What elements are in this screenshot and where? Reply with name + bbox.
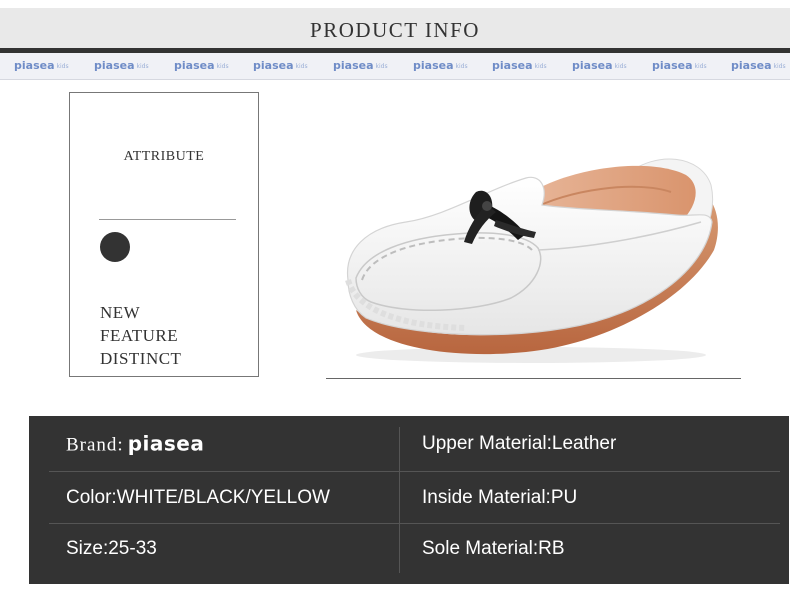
- color-dot-icon: [100, 232, 130, 262]
- brand-logo: piasea: [127, 431, 205, 456]
- spec-row: Brand: piasea Upper Material:Leather: [29, 416, 779, 472]
- brand-strip-logo: piasea kids: [14, 59, 69, 72]
- brand-strip-logo: piasea kids: [174, 59, 229, 72]
- specification-table: Brand: piasea Upper Material:Leather Colo…: [29, 416, 789, 584]
- attribute-title: ATTRIBUTE: [123, 149, 205, 164]
- page-title: PRODUCT INFO: [310, 17, 480, 42]
- brand-strip-logo: piasea kids: [253, 59, 308, 72]
- spec-sole-material: Sole Material:RB: [422, 538, 565, 559]
- brand-strip-logo: piasea kids: [413, 59, 468, 72]
- feature-text: NEW: [100, 303, 141, 322]
- brand-strip-border: [0, 79, 790, 80]
- feature-text: DISTINCT: [100, 349, 182, 368]
- spec-size: Size:25-33: [66, 538, 157, 559]
- brand-strip-logo: piasea kids: [572, 59, 627, 72]
- brand-strip-logo: piasea kids: [731, 59, 786, 72]
- brand-label: Brand:: [66, 434, 124, 456]
- spec-upper-material: Upper Material:Leather: [422, 433, 617, 454]
- brand-strip-logo: piasea kids: [492, 59, 547, 72]
- spec-row: Color:WHITE/BLACK/YELLOW Inside Material…: [29, 472, 779, 524]
- brand-strip-logo: piasea kids: [94, 59, 149, 72]
- spec-brand: Brand: piasea: [66, 432, 204, 457]
- brand-logo-strip: piasea kids piasea kids piasea kids piasea k…: [0, 53, 790, 79]
- brand-strip-logo: piasea kids: [652, 59, 707, 72]
- attribute-panel: ATTRIBUTE NEW FEATURE DISTINCT: [69, 92, 259, 377]
- product-info-header: PRODUCT INFO: [0, 8, 790, 48]
- spec-color: Color:WHITE/BLACK/YELLOW: [66, 487, 330, 508]
- product-image: [326, 130, 746, 370]
- attribute-features: NEW FEATURE DISTINCT: [100, 301, 181, 370]
- feature-text: FEATURE: [100, 326, 179, 345]
- brand-strip-logo: piasea kids: [333, 59, 388, 72]
- spec-inside-material: Inside Material:PU: [422, 487, 578, 508]
- attribute-divider: [99, 219, 236, 220]
- spec-row: Size:25-33 Sole Material:RB: [29, 524, 779, 574]
- product-baseline: [326, 378, 741, 379]
- white-loafer-shoe-icon: [345, 158, 718, 363]
